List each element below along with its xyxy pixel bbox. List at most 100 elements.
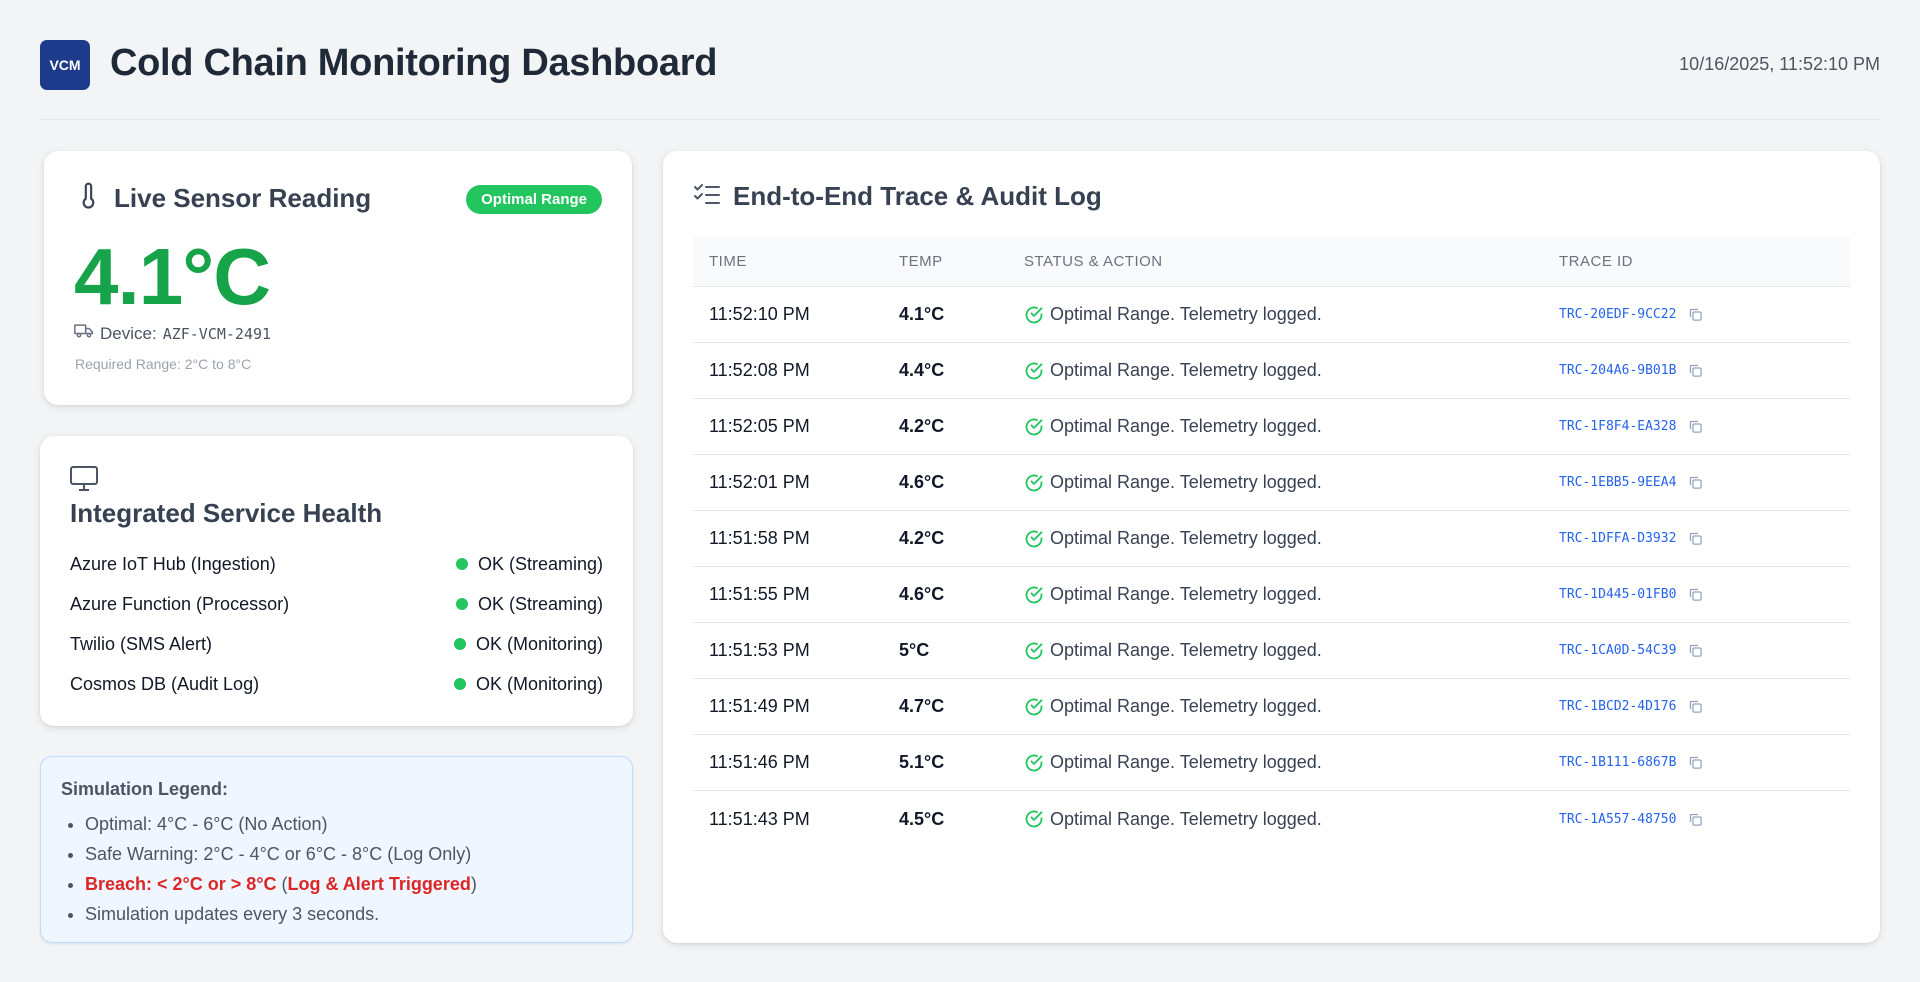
trace-id-link[interactable]: TRC-1D445-01FB0 xyxy=(1559,587,1676,602)
row-time: 11:51:55 PM xyxy=(709,584,810,604)
legend-item-optimal: Optimal: 4°C - 6°C (No Action) xyxy=(85,809,477,839)
live-sensor-card: Live Sensor Reading Optimal Range 4.1°C … xyxy=(44,151,632,405)
column-header-time: TIME xyxy=(709,253,747,270)
table-row: 11:51:49 PM 4.7°C Optimal Range. Telemet… xyxy=(693,679,1850,735)
row-time: 11:51:53 PM xyxy=(709,640,810,660)
table-row: 11:52:05 PM 4.2°C Optimal Range. Telemet… xyxy=(693,399,1850,455)
trace-id-link[interactable]: TRC-1CA0D-54C39 xyxy=(1559,643,1676,658)
row-status-text: Optimal Range. Telemetry logged. xyxy=(1050,472,1322,492)
list-checks-icon xyxy=(693,182,721,211)
trace-id-link[interactable]: TRC-1B111-6867B xyxy=(1559,755,1676,770)
row-status: Optimal Range. Telemetry logged. xyxy=(1024,809,1559,830)
trace-id-link[interactable]: TRC-204A6-9B01B xyxy=(1559,363,1676,378)
row-temp: 4.2°C xyxy=(899,528,945,548)
row-temp: 4.5°C xyxy=(899,808,945,829)
copy-icon[interactable] xyxy=(1688,755,1703,770)
copy-icon[interactable] xyxy=(1688,531,1703,546)
status-dot xyxy=(455,598,468,610)
row-status: Optimal Range. Telemetry logged. xyxy=(1024,304,1559,325)
row-status-text: Optimal Range. Telemetry logged. xyxy=(1050,584,1322,604)
row-status-text: Optimal Range. Telemetry logged. xyxy=(1050,528,1322,548)
copy-icon[interactable] xyxy=(1688,475,1703,490)
row-status-text: Optimal Range. Telemetry logged. xyxy=(1050,360,1322,380)
row-trace: TRC-1D445-01FB0 xyxy=(1559,587,1850,602)
row-temp: 5.1°C xyxy=(899,752,945,772)
trace-id-link[interactable]: TRC-1A557-48750 xyxy=(1559,812,1676,827)
legend-title: Simulation Legend: xyxy=(61,779,229,799)
row-time: 11:52:05 PM xyxy=(709,416,810,436)
row-status: Optimal Range. Telemetry logged. xyxy=(1024,472,1559,493)
truck-icon xyxy=(74,323,94,344)
row-temp: 4.2°C xyxy=(899,416,945,436)
service-status: OK (Streaming) xyxy=(455,554,603,575)
service-name: Cosmos DB (Audit Log) xyxy=(70,673,260,694)
row-temp: 4.6°C xyxy=(899,584,945,604)
row-status: Optimal Range. Telemetry logged. xyxy=(1024,584,1559,605)
row-time: 11:51:49 PM xyxy=(709,696,810,716)
legend-item-updates: Simulation updates every 3 seconds. xyxy=(85,899,477,929)
service-row-twilio: Twilio (SMS Alert) OK (Monitoring) xyxy=(70,629,603,659)
page-title: Cold Chain Monitoring Dashboard xyxy=(110,42,718,84)
check-circle-icon xyxy=(1025,306,1043,323)
service-status: OK (Monitoring) xyxy=(453,634,603,655)
table-body: 11:52:10 PM 4.1°C Optimal Range. Telemet… xyxy=(693,287,1850,847)
column-header-trace: TRACE ID xyxy=(1559,253,1634,270)
trace-id-link[interactable]: TRC-1BCD2-4D176 xyxy=(1559,699,1676,714)
service-row-function: Azure Function (Processor) OK (Streaming… xyxy=(70,589,603,619)
check-circle-icon xyxy=(1025,586,1043,603)
service-status: OK (Streaming) xyxy=(455,594,603,615)
copy-icon[interactable] xyxy=(1688,419,1703,434)
row-status-text: Optimal Range. Telemetry logged. xyxy=(1050,752,1322,772)
device-id: AZF-VCM-2491 xyxy=(162,324,272,343)
column-header-temp: TEMP xyxy=(899,253,943,270)
row-temp: 5°C xyxy=(899,640,930,660)
row-status: Optimal Range. Telemetry logged. xyxy=(1024,360,1559,381)
check-circle-icon xyxy=(1025,754,1043,771)
row-status: Optimal Range. Telemetry logged. xyxy=(1024,696,1559,717)
service-row-iot-hub: Azure IoT Hub (Ingestion) OK (Streaming) xyxy=(70,549,603,579)
legend-item-breach: Breach: < 2°C or > 8°C (Log & Alert Trig… xyxy=(85,869,477,899)
sensor-card-header: Live Sensor Reading xyxy=(76,181,371,216)
legend-list: Optimal: 4°C - 6°C (No Action) Safe Warn… xyxy=(85,809,477,929)
row-temp: 4.1°C xyxy=(899,304,945,324)
table-row: 11:52:08 PM 4.4°C Optimal Range. Telemet… xyxy=(693,343,1850,399)
copy-icon[interactable] xyxy=(1688,643,1703,658)
table-header: TIME TEMP STATUS & ACTION TRACE ID xyxy=(693,237,1850,287)
copy-icon[interactable] xyxy=(1688,812,1703,827)
service-name: Azure Function (Processor) xyxy=(70,593,290,614)
service-row-cosmos: Cosmos DB (Audit Log) OK (Monitoring) xyxy=(70,669,603,699)
row-trace: TRC-20EDF-9CC22 xyxy=(1559,307,1850,322)
copy-icon[interactable] xyxy=(1688,587,1703,602)
row-time: 11:52:08 PM xyxy=(709,360,810,380)
status-dot xyxy=(455,558,468,570)
row-status: Optimal Range. Telemetry logged. xyxy=(1024,528,1559,549)
trace-id-link[interactable]: TRC-1DFFA-D3932 xyxy=(1559,531,1676,546)
column-header-status: STATUS & ACTION xyxy=(1024,253,1163,270)
check-circle-icon xyxy=(1025,362,1043,379)
row-status-text: Optimal Range. Telemetry logged. xyxy=(1050,696,1322,716)
service-status: OK (Monitoring) xyxy=(453,674,603,695)
table-row: 11:52:10 PM 4.1°C Optimal Range. Telemet… xyxy=(693,287,1850,343)
thermometer-icon xyxy=(76,181,102,216)
trace-id-link[interactable]: TRC-1EBB5-9EEA4 xyxy=(1559,475,1676,490)
row-time: 11:51:46 PM xyxy=(709,752,810,772)
legend-item-warning: Safe Warning: 2°C - 4°C or 6°C - 8°C (Lo… xyxy=(85,839,477,869)
row-trace: TRC-1CA0D-54C39 xyxy=(1559,643,1850,658)
device-label: Device: xyxy=(100,323,157,343)
trace-id-link[interactable]: TRC-20EDF-9CC22 xyxy=(1559,307,1676,322)
audit-log-header: End-to-End Trace & Audit Log xyxy=(693,181,1102,212)
status-dot xyxy=(453,638,466,650)
row-trace: TRC-204A6-9B01B xyxy=(1559,363,1850,378)
row-status: Optimal Range. Telemetry logged. xyxy=(1024,752,1559,773)
copy-icon[interactable] xyxy=(1688,699,1703,714)
table-row: 11:51:58 PM 4.2°C Optimal Range. Telemet… xyxy=(693,511,1850,567)
row-time: 11:52:01 PM xyxy=(709,472,810,492)
copy-icon[interactable] xyxy=(1688,307,1703,322)
copy-icon[interactable] xyxy=(1688,363,1703,378)
trace-id-link[interactable]: TRC-1F8F4-EA328 xyxy=(1559,419,1676,434)
check-circle-icon xyxy=(1025,530,1043,547)
current-temperature: 4.1°C xyxy=(74,232,271,321)
logo: VCM xyxy=(40,40,90,90)
table-row: 11:51:46 PM 5.1°C Optimal Range. Telemet… xyxy=(693,735,1850,791)
service-health-title: Integrated Service Health xyxy=(70,498,383,528)
